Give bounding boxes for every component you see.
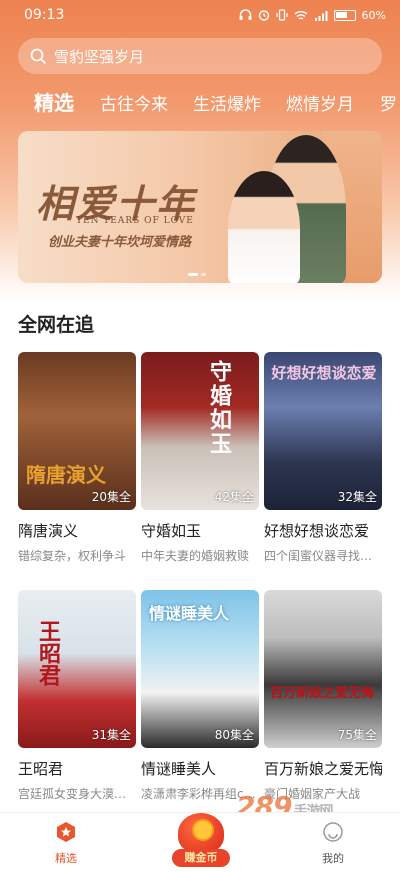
drama-card[interactable]: 守婚如玉 42集全 守婚如玉 中年夫妻的婚姻救赎 [141,352,259,564]
nav-me[interactable]: 我的 [303,821,363,866]
poster-title: 王昭君 [35,620,61,686]
earn-coins-button[interactable]: 赚金币 [170,813,232,869]
tab-life[interactable]: 生活爆炸 [193,90,261,120]
nav-home-label: 精选 [55,852,77,865]
search-placeholder: 雪豹坚强岁月 [54,47,145,66]
banner-actress-image [228,171,300,283]
bottom-nav: 精选 赚金币 我的 [0,812,400,872]
wifi-icon [294,10,308,20]
search-icon [30,48,46,64]
signal-icon [314,10,328,21]
status-bar: 09:13 60% [0,0,400,30]
headphones-icon [239,9,252,20]
poster-title: 百万新娘之爱无悔 [270,686,375,701]
battery-icon [333,9,356,21]
drama-title: 好想好想谈恋爱 [264,522,370,540]
episode-badge: 75集全 [337,728,377,742]
nav-home[interactable]: 精选 [36,821,96,866]
tab-more[interactable]: 罗 [380,90,397,120]
coin-bag-icon [178,813,224,853]
drama-poster[interactable]: 守婚如玉 42集全 [141,352,259,510]
drama-description: 宫廷孤女变身大漠… [18,787,127,801]
user-icon [323,822,343,842]
drama-title: 王昭君 [18,760,64,778]
banner-subtitle-en: TEN YEARS OF LOVE [76,216,194,226]
drama-card[interactable]: 王昭君 31集全 王昭君 宫廷孤女变身大漠… [18,590,136,802]
poster-title: 好想好想谈恋爱 [271,364,377,382]
episode-badge: 42集全 [214,490,254,504]
poster-title: 隋唐演义 [26,463,106,487]
episode-badge: 32集全 [337,490,377,504]
drama-poster[interactable]: 百万新娘之爱无悔 75集全 [264,590,382,748]
vibrate-icon [275,9,288,21]
earn-coins-label: 赚金币 [172,849,230,867]
drama-poster[interactable]: 隋唐演义 20集全 [18,352,136,510]
drama-poster[interactable]: 情谜睡美人 80集全 [141,590,259,748]
banner-pager [188,273,206,276]
drama-description: 中年夫妻的婚姻救赎 [141,549,250,563]
drama-card[interactable]: 百万新娘之爱无悔 75集全 百万新娘之爱无悔 豪门婚姻家产大战 [264,590,382,802]
featured-banner[interactable]: 相爱十年 TEN YEARS OF LOVE 创业夫妻十年坎坷爱情路 [18,131,382,283]
nav-me-label: 我的 [322,852,344,865]
drama-description: 错综复杂，权利争斗 [18,549,127,563]
drama-poster[interactable]: 好想好想谈恋爱 32集全 [264,352,382,510]
section-title: 全网在追 [18,314,95,336]
banner-subtitle: 创业夫妻十年坎坷爱情路 [48,235,192,250]
drama-title: 百万新娘之爱无悔 [264,760,382,778]
drama-title: 情谜睡美人 [141,760,217,778]
search-bar[interactable]: 雪豹坚强岁月 [18,38,382,74]
drama-title: 隋唐演义 [18,522,79,540]
tab-featured[interactable]: 精选 [34,88,74,118]
episode-badge: 20集全 [91,490,131,504]
alarm-icon [258,10,269,21]
pager-dot [201,273,206,276]
drama-title: 守婚如玉 [141,522,202,540]
drama-card[interactable]: 好想好想谈恋爱 32集全 好想好想谈恋爱 四个闺蜜仪器寻找… [264,352,382,564]
battery-level: 60% [361,8,386,22]
status-time: 09:13 [24,7,65,23]
poster-title: 情谜睡美人 [149,604,230,623]
episode-badge: 80集全 [214,728,254,742]
drama-card[interactable]: 情谜睡美人 80集全 情谜睡美人 凌潇肃李彩桦再组c… [141,590,259,802]
category-tabs: 精选 古往今来 生活爆炸 燃情岁月 罗 [0,88,400,120]
status-icons: 60% [239,9,386,22]
pager-dot-active [188,273,198,276]
star-badge-icon [57,822,75,842]
poster-title: 守婚如玉 [206,360,232,456]
drama-description: 四个闺蜜仪器寻找… [264,549,373,563]
drama-card[interactable]: 隋唐演义 20集全 隋唐演义 错综复杂，权利争斗 [18,352,136,564]
episode-badge: 31集全 [91,728,131,742]
drama-poster[interactable]: 王昭君 31集全 [18,590,136,748]
tab-ancient[interactable]: 古往今来 [100,90,168,120]
tab-passion[interactable]: 燃情岁月 [286,90,354,120]
